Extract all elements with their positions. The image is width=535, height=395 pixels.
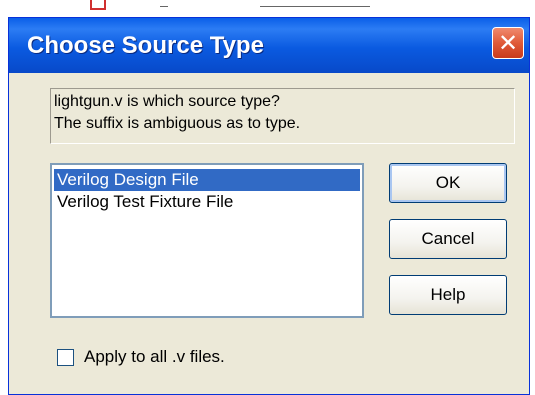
close-button[interactable]: ✕ — [492, 27, 524, 59]
apply-all-option[interactable]: Apply to all .v files. — [57, 347, 225, 367]
background-red-marker — [90, 0, 106, 10]
source-type-list[interactable]: Verilog Design File Verilog Test Fixture… — [50, 163, 364, 318]
background-line — [160, 0, 168, 7]
close-icon: ✕ — [497, 29, 519, 57]
apply-all-checkbox[interactable] — [57, 348, 74, 366]
title-bar[interactable]: Choose Source Type ✕ — [9, 18, 529, 73]
message-line: lightgun.v is which source type? — [54, 93, 280, 110]
message-line: The suffix is ambiguous as to type. — [54, 115, 301, 132]
help-button[interactable]: Help — [389, 275, 507, 315]
background-line — [260, 0, 370, 7]
message-box: lightgun.v is which source type? The suf… — [50, 88, 515, 144]
dialog-title: Choose Source Type — [27, 32, 264, 59]
list-item-verilog-test-fixture-file[interactable]: Verilog Test Fixture File — [54, 191, 360, 213]
ok-button[interactable]: OK — [389, 163, 507, 203]
apply-all-label[interactable]: Apply to all .v files. — [84, 347, 225, 367]
list-item-verilog-design-file[interactable]: Verilog Design File — [54, 169, 360, 191]
cancel-button[interactable]: Cancel — [389, 219, 507, 259]
choose-source-type-dialog: Choose Source Type ✕ lightgun.v is which… — [8, 17, 530, 395]
